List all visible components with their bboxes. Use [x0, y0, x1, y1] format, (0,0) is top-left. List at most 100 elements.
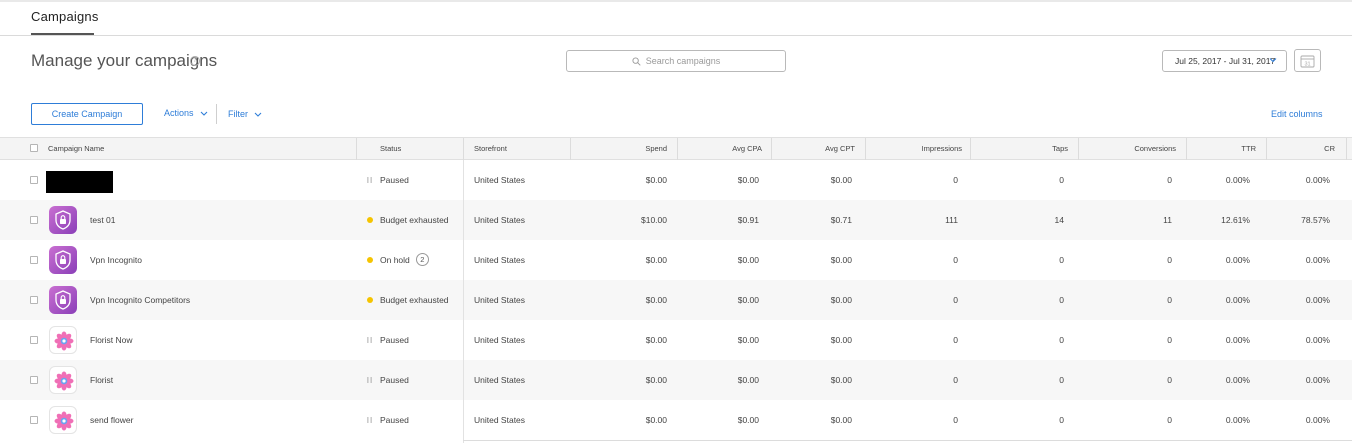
flower-icon [49, 326, 77, 354]
col-conversions[interactable]: Conversions [1085, 138, 1176, 160]
tab-campaigns[interactable]: Campaigns [31, 9, 99, 24]
help-icon[interactable]: ? [190, 56, 200, 66]
avg-cpa-cell: $0.00 [737, 415, 759, 425]
pause-icon [367, 416, 372, 423]
ttr-cell: 0.00% [1225, 335, 1250, 345]
column-divider [463, 138, 464, 160]
row-checkbox[interactable] [30, 256, 38, 264]
row-checkbox[interactable] [30, 216, 38, 224]
campaign-name-link[interactable]: send flower [90, 400, 133, 440]
campaign-name-link[interactable]: Vpn Incognito [90, 240, 142, 280]
col-status[interactable]: Status [380, 138, 401, 160]
column-divider [1078, 138, 1079, 160]
conversions-cell: 0 [1167, 335, 1172, 345]
avg-cpa-cell: $0.00 [737, 175, 759, 185]
ttr-cell: 0.00% [1225, 295, 1250, 305]
row-checkbox[interactable] [30, 176, 38, 184]
status-cell: Paused [367, 360, 409, 400]
select-all-checkbox[interactable] [30, 144, 38, 152]
filter-dropdown[interactable]: Filter [228, 109, 262, 119]
avg-cpt-cell: $0.71 [830, 215, 852, 225]
date-range-label: Jul 25, 2017 - Jul 31, 2017 [1175, 56, 1276, 66]
toolbar-divider [216, 104, 217, 124]
calendar-icon: 31 [1300, 55, 1315, 67]
spend-cell: $0.00 [645, 415, 667, 425]
spend-cell: $10.00 [641, 215, 667, 225]
actions-dropdown[interactable]: Actions [164, 108, 208, 118]
campaign-name-link[interactable]: Florist Now [90, 320, 133, 360]
impressions-cell: 0 [953, 415, 958, 425]
spend-cell: $0.00 [645, 255, 667, 265]
avg-cpt-cell: $0.00 [830, 295, 852, 305]
impressions-cell: 0 [953, 295, 958, 305]
create-campaign-button[interactable]: Create Campaign [31, 103, 143, 125]
status-label: Paused [380, 375, 409, 385]
spend-cell: $0.00 [645, 375, 667, 385]
col-spend[interactable]: Spend [580, 138, 667, 160]
chevron-down-icon [1269, 56, 1277, 66]
col-avg-cpa[interactable]: Avg CPA [685, 138, 762, 160]
avg-cpa-cell: $0.91 [737, 215, 759, 225]
table-row[interactable]: Paused United States $0.00 $0.00 $0.00 0 0 0 0.0… [0, 160, 1352, 200]
campaign-name-link[interactable]: Vpn Incognito Competitors [90, 280, 190, 320]
conversions-cell: 0 [1167, 295, 1172, 305]
table-row[interactable]: test 01 Budget exhausted United States $10.… [0, 200, 1352, 240]
col-storefront[interactable]: Storefront [474, 138, 507, 160]
date-range-picker[interactable]: Jul 25, 2017 - Jul 31, 2017 [1162, 50, 1287, 72]
table-row[interactable]: Florist Now Paused United States $0.00 $0.00… [0, 320, 1352, 360]
search-placeholder: Search campaigns [645, 56, 721, 66]
spend-cell: $0.00 [645, 175, 667, 185]
storefront-cell: United States [474, 335, 526, 345]
avg-cpa-cell: $0.00 [737, 375, 759, 385]
vpn-shield-icon [49, 246, 77, 274]
conversions-cell: 0 [1167, 175, 1172, 185]
table-row[interactable]: send flower Paused United States $0.00 $0.00… [0, 400, 1352, 440]
row-checkbox[interactable] [30, 296, 38, 304]
conversions-cell: 0 [1167, 415, 1172, 425]
conversions-cell: 0 [1167, 255, 1172, 265]
table-row[interactable]: Florist Paused United States $0.00 $0.00 $0.0… [0, 360, 1352, 400]
cr-cell: 78.57% [1301, 215, 1330, 225]
cr-cell: 0.00% [1305, 415, 1330, 425]
status-label: Paused [380, 335, 409, 345]
table-row[interactable]: Vpn Incognito Competitors Budget exhauste… [0, 280, 1352, 320]
row-checkbox[interactable] [30, 416, 38, 424]
column-divider [865, 138, 866, 160]
row-checkbox[interactable] [30, 336, 38, 344]
campaign-name-link[interactable]: Florist [90, 360, 113, 400]
taps-cell: 0 [1059, 415, 1064, 425]
edit-columns-link[interactable]: Edit columns [1271, 109, 1323, 119]
conversions-cell: 11 [1163, 215, 1172, 225]
column-divider [677, 138, 678, 160]
col-campaign-name[interactable]: Campaign Name [48, 138, 104, 160]
ttr-cell: 12.61% [1221, 215, 1250, 225]
col-cr[interactable]: CR [1270, 138, 1335, 160]
calendar-button[interactable]: 31 [1294, 49, 1321, 72]
column-divider [1346, 138, 1347, 160]
status-cell: On hold 2 [367, 240, 429, 280]
avg-cpa-cell: $0.00 [737, 295, 759, 305]
col-ttr[interactable]: TTR [1190, 138, 1256, 160]
col-impressions[interactable]: Impressions [870, 138, 962, 160]
avg-cpt-cell: $0.00 [830, 415, 852, 425]
avg-cpt-cell: $0.00 [830, 335, 852, 345]
pause-icon [367, 336, 372, 343]
spend-cell: $0.00 [645, 295, 667, 305]
taps-cell: 0 [1059, 335, 1064, 345]
col-avg-cpt[interactable]: Avg CPT [780, 138, 855, 160]
vpn-shield-icon [49, 206, 77, 234]
col-taps[interactable]: Taps [980, 138, 1068, 160]
row-checkbox[interactable] [30, 376, 38, 384]
avg-cpa-cell: $0.00 [737, 255, 759, 265]
storefront-cell: United States [474, 215, 526, 225]
column-divider [356, 138, 357, 160]
campaign-name-link[interactable]: test 01 [90, 200, 116, 240]
avg-cpt-cell: $0.00 [830, 175, 852, 185]
status-count-badge[interactable]: 2 [415, 253, 429, 267]
ttr-cell: 0.00% [1225, 375, 1250, 385]
active-tab-indicator [31, 33, 94, 35]
conversions-cell: 0 [1167, 375, 1172, 385]
status-cell: Budget exhausted [367, 200, 449, 240]
table-row[interactable]: Vpn Incognito On hold 2 United States $0.00 $… [0, 240, 1352, 280]
search-input[interactable]: Search campaigns [566, 50, 786, 72]
